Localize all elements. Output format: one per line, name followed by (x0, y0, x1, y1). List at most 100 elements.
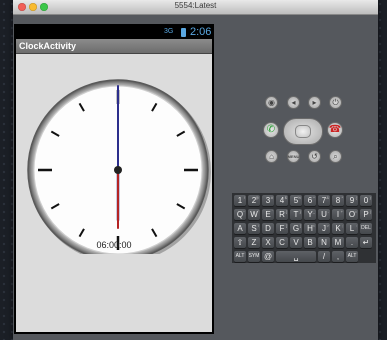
key-m[interactable]: M (332, 237, 344, 248)
key-sublabel: ~ (242, 209, 245, 214)
key-sublabel: # (270, 195, 273, 200)
key-8[interactable]: 8 * (332, 195, 344, 206)
key-sublabel: @ (254, 195, 259, 200)
key-label: J (322, 224, 326, 233)
key-label: ALT (347, 253, 357, 259)
key-sublabel: } (299, 209, 301, 214)
key-t[interactable]: T} (290, 209, 302, 220)
key-sym[interactable]: SYM (248, 251, 260, 262)
key-sublabel: ; (341, 223, 343, 228)
end-call-button[interactable]: ☎ (327, 122, 343, 138)
key-k[interactable]: K; (332, 223, 344, 234)
key-g[interactable]: G] (290, 223, 302, 234)
key-label: F (279, 224, 285, 233)
menu-button[interactable]: MENU (287, 150, 300, 163)
key-sublabel: ! (243, 195, 245, 200)
key-label: 9 (349, 196, 355, 205)
key-del[interactable]: DEL (360, 223, 372, 234)
key-alt[interactable]: ALT (234, 251, 246, 262)
volume-down-button[interactable]: ◂ (287, 96, 300, 109)
key-y[interactable]: Y _ (304, 209, 316, 220)
key-sublabel: ] (299, 223, 301, 228)
key-p[interactable]: P | (360, 209, 372, 220)
clock-center-pin (114, 166, 122, 174)
key-l[interactable]: L: (346, 223, 358, 234)
power-button[interactable]: ⏻ (329, 96, 342, 109)
key-sublabel: { (285, 209, 287, 214)
key-o[interactable]: O = (346, 209, 358, 220)
key-sublabel: > (326, 223, 329, 228)
key-[interactable]: . (346, 237, 358, 248)
key-d[interactable]: D (262, 223, 274, 234)
app-content: 06:00:00 (16, 54, 212, 332)
key-r[interactable]: R{ (276, 209, 288, 220)
window-titlebar[interactable]: 5554:Latest (13, 0, 378, 15)
key-b[interactable]: B (304, 237, 316, 248)
key-i[interactable]: I + (332, 209, 344, 220)
key-v[interactable]: V (290, 237, 302, 248)
dpad[interactable] (283, 118, 323, 145)
key-x[interactable]: X (262, 237, 274, 248)
key-sublabel: $ (284, 195, 287, 200)
key-label: N (321, 238, 327, 247)
volume-up-button[interactable]: ▸ (308, 96, 321, 109)
key-sublabel: ( (355, 195, 357, 200)
key-7[interactable]: 7 & (318, 195, 330, 206)
app-title: ClockActivity (19, 41, 77, 51)
key-label: , (336, 252, 340, 261)
key-[interactable]: / (318, 251, 330, 262)
key-c[interactable]: C (276, 237, 288, 248)
key-sublabel: % (297, 195, 301, 200)
key-label: P (363, 210, 369, 219)
key-5[interactable]: 5% (290, 195, 302, 206)
key-w[interactable]: W " (248, 209, 260, 220)
key-label: V (293, 238, 299, 247)
key-3[interactable]: 3 # (262, 195, 274, 206)
key-[interactable]: @ (262, 251, 274, 262)
search-button[interactable]: ⌕ (329, 150, 342, 163)
key-alt[interactable]: ALT (346, 251, 358, 262)
key-label: ␣ (293, 252, 299, 261)
digital-time: 06:00:00 (96, 240, 132, 250)
key-2[interactable]: 2 @ (248, 195, 260, 206)
key-sublabel: " (257, 209, 259, 214)
key-q[interactable]: Q ~ (234, 209, 246, 220)
key-a[interactable]: A (234, 223, 246, 234)
key-[interactable]: , (332, 251, 344, 262)
key-label: DEL (361, 225, 371, 231)
key-s[interactable]: S \ (248, 223, 260, 234)
key-1[interactable]: 1! (234, 195, 246, 206)
key-9[interactable]: 9( (346, 195, 358, 206)
key-label: R (279, 210, 285, 219)
key-u[interactable]: U- (318, 209, 330, 220)
key-e[interactable]: E ` (262, 209, 274, 220)
dpad-center-button[interactable] (295, 125, 311, 138)
key-f[interactable]: F[ (276, 223, 288, 234)
key-sublabel: | (369, 209, 371, 214)
end-call-icon: ☎ (328, 124, 342, 135)
key-label: M (334, 238, 342, 247)
key-[interactable]: ↵ (360, 237, 372, 248)
key-6[interactable]: 6 ^ (304, 195, 316, 206)
search-icon: ⌕ (333, 151, 338, 161)
camera-button[interactable]: ◉ (265, 96, 278, 109)
key-j[interactable]: J > (318, 223, 330, 234)
key-n[interactable]: N (318, 237, 330, 248)
key-label: D (265, 224, 271, 233)
key-0[interactable]: 0) (360, 195, 372, 206)
key-label: 0 (363, 196, 369, 205)
phone-screen[interactable]: 3G 2:06 ClockActivity 06:00:00 (14, 24, 214, 334)
key-4[interactable]: 4 $ (276, 195, 288, 206)
key-sublabel: ^ (313, 195, 315, 200)
key-label: C (279, 238, 285, 247)
key-sublabel: - (327, 209, 329, 214)
key-[interactable]: ⇧ (234, 237, 246, 248)
home-button[interactable]: ⌂ (265, 150, 278, 163)
app-title-bar: ClockActivity (16, 39, 212, 54)
key-z[interactable]: Z (248, 237, 260, 248)
key-sublabel: _ (312, 209, 315, 214)
call-button[interactable]: ✆ (263, 122, 279, 138)
key-h[interactable]: H < (304, 223, 316, 234)
back-button[interactable]: ↺ (308, 150, 321, 163)
key-[interactable]: ␣ (276, 251, 316, 262)
